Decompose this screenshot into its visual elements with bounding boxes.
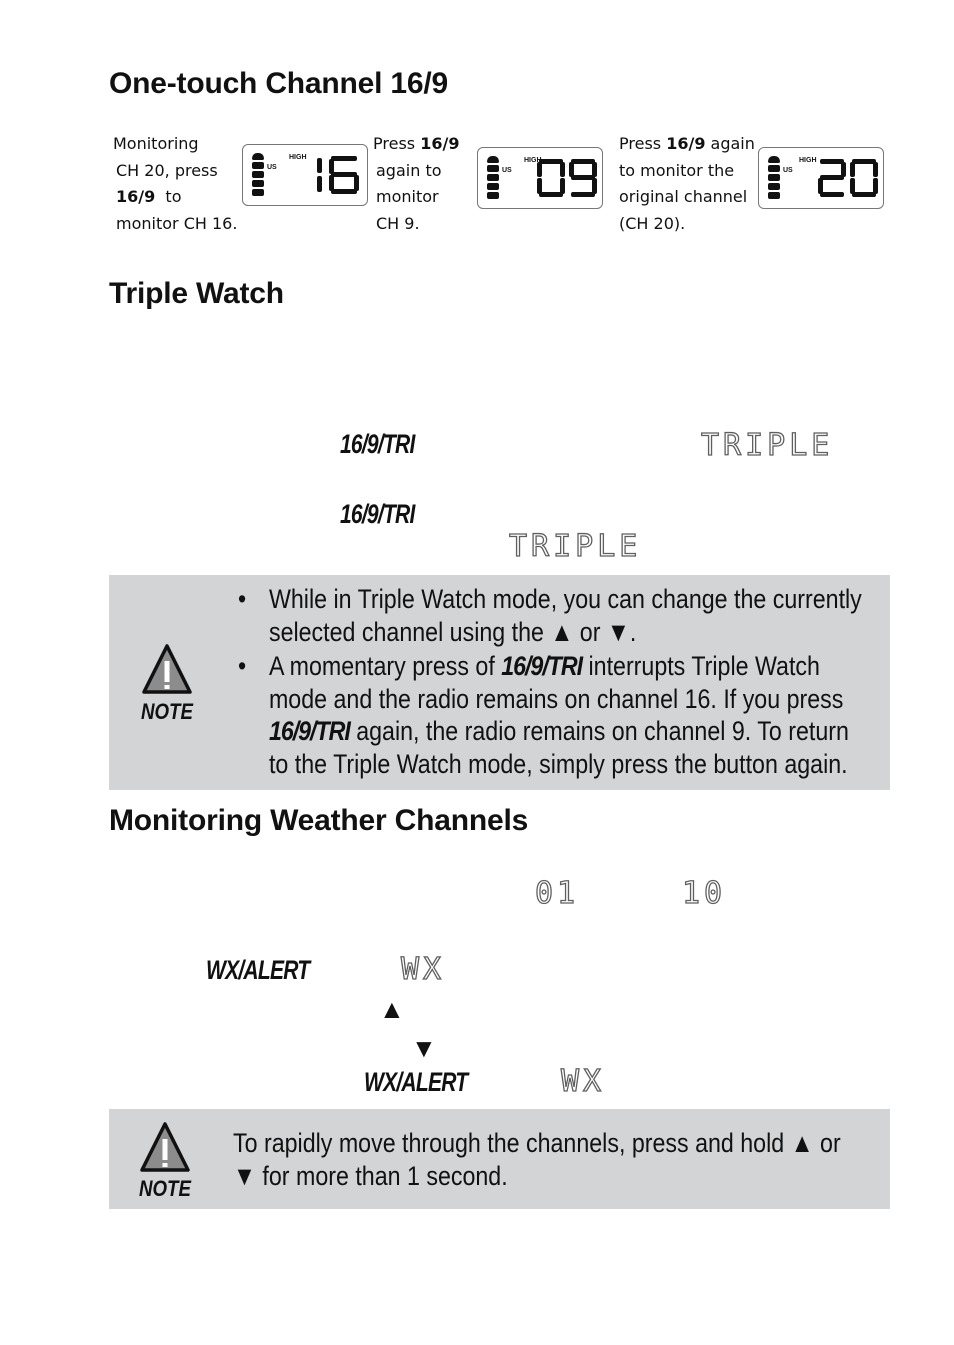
note-line: To rapidly move through the channels, pr…: [233, 1128, 841, 1158]
step1-line3-rest: to: [165, 187, 182, 206]
step2-line3: monitor: [376, 187, 439, 206]
note-body: To rapidly move through the channels, pr…: [233, 1127, 954, 1192]
lcd-display-ch16: US HIGH: [242, 144, 368, 206]
lcd-text-channel-01: 01: [534, 875, 580, 911]
note-box-weather: NOTE To rapidly move through the channel…: [109, 1109, 890, 1209]
step2-line4: CH 9.: [376, 213, 420, 233]
note-label: NOTE: [141, 699, 193, 724]
section-title-weather: Monitoring Weather Channels: [109, 804, 529, 837]
step2-line2: again to: [376, 160, 442, 180]
step1-line2: CH 20, press: [116, 160, 218, 180]
lcd-text-triple: TRIPLE: [508, 528, 642, 564]
key-16-9-tri: 16/9/TRI: [268, 716, 351, 746]
step3-line2: to monitor the: [619, 160, 735, 180]
step1-line1: Monitoring: [113, 134, 199, 153]
warning-triangle-icon: [142, 644, 192, 694]
lcd-channel-16-digits: [317, 156, 359, 194]
lcd-text-wx: WX: [560, 1063, 606, 1099]
signal-bars-icon: [252, 153, 264, 198]
note-body: • While in Triple Watch mode, you can ch…: [238, 583, 954, 780]
note-bullet-item: • A momentary press of 16/9/TRI interrup…: [238, 651, 849, 779]
step1-line3: 16/9 to: [113, 184, 237, 211]
key-16-9-tri: 16/9/TRI: [340, 499, 415, 529]
section-title-triple-watch: Triple Watch: [109, 277, 284, 310]
lcd-channel-20-digits: [818, 159, 878, 197]
key-wx-alert: WX/ALERT: [364, 1067, 468, 1097]
key-16-9-tri: 16/9/TRI: [501, 651, 583, 681]
signal-bars-icon: [768, 156, 780, 201]
section-title-onetouch: One-touch Channel 16/9: [109, 67, 448, 100]
down-arrow-icon: ▼: [411, 1033, 437, 1063]
lcd-text-wx: WX: [400, 951, 446, 987]
lcd-display-ch09: US HIGH: [477, 147, 603, 209]
note-bullet-item: • While in Triple Watch mode, you can ch…: [238, 584, 862, 647]
up-arrow-icon: ▲: [379, 994, 405, 1024]
key-16-9-tri: 16/9/TRI: [340, 429, 415, 459]
lcd-channel-09-digits: [537, 159, 597, 197]
step2-line1: Press 16/9: [373, 134, 460, 153]
step2-caption: Press 16/9 again to monitor CH 9.: [373, 131, 459, 237]
warning-triangle-icon: [140, 1122, 190, 1172]
step3-line4: (CH 20).: [619, 213, 686, 233]
step3-caption: Press 16/9 again to monitor the original…: [619, 131, 755, 237]
lcd-display-ch20: US HIGH: [758, 147, 884, 209]
step1-line4: monitor CH 16.: [116, 213, 238, 233]
note-line: ▼ for more than 1 second.: [233, 1160, 508, 1191]
key-16-9: 16/9: [116, 187, 156, 206]
signal-bars-icon: [487, 156, 499, 201]
key-16-9: 16/9: [420, 134, 460, 153]
key-wx-alert: WX/ALERT: [206, 955, 310, 985]
step1-caption: Monitoring CH 20, press 16/9 to monitor …: [113, 131, 237, 237]
key-16-9: 16/9: [666, 134, 706, 153]
step3-line3: original channel: [619, 187, 748, 206]
note-label: NOTE: [139, 1176, 191, 1201]
lcd-text-channel-10: 10: [681, 875, 727, 911]
lcd-high-label: HIGH: [289, 154, 307, 161]
note-box-triple-watch: NOTE • While in Triple Watch mode, you c…: [109, 575, 890, 790]
lcd-text-triple: TRIPLE: [700, 427, 834, 463]
step3-line1: Press 16/9 again: [619, 134, 755, 153]
lcd-high-label: HIGH: [799, 157, 817, 164]
lcd-us-label: US: [267, 164, 277, 171]
lcd-us-label: US: [783, 167, 793, 174]
lcd-us-label: US: [502, 167, 512, 174]
